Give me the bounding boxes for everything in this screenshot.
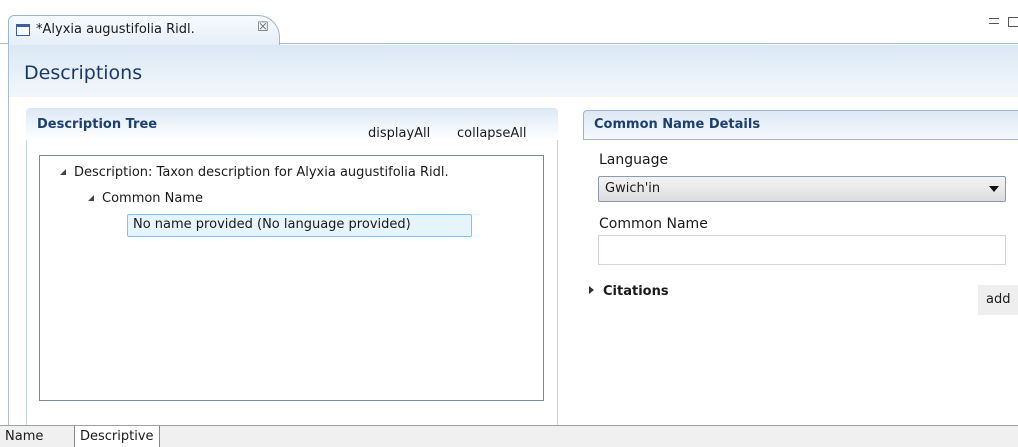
tab-descriptive[interactable]: Descriptive [74, 426, 160, 447]
document-icon [16, 24, 30, 36]
display-all-button[interactable]: displayAll [368, 126, 430, 141]
triangle-down-icon[interactable] [60, 169, 66, 175]
editor-tab-strip: *Alyxia augustifolia Ridl. ☒ [0, 0, 1018, 45]
common-name-details-title: Common Name Details [594, 117, 761, 132]
tree-node-description[interactable]: Description: Taxon description for Alyxi… [60, 165, 449, 180]
tree-node-label: Description: Taxon description for Alyxi… [74, 165, 449, 180]
add-citation-button[interactable]: add [978, 285, 1018, 315]
minimize-icon[interactable] [989, 18, 999, 24]
maximize-icon[interactable] [1008, 17, 1018, 27]
triangle-down-icon[interactable] [88, 195, 94, 201]
citations-toggle[interactable]: Citations [589, 284, 669, 299]
collapse-all-button[interactable]: collapseAll [457, 126, 526, 141]
tree-node-common-name-entry[interactable]: No name provided (No language provided) [127, 214, 472, 237]
tree-node-label: No name provided (No language provided) [133, 217, 411, 232]
tab-name[interactable]: Name [0, 426, 48, 447]
tree-node-label: Common Name [102, 191, 204, 206]
common-name-label: Common Name [599, 216, 708, 232]
close-icon[interactable]: ☒ [257, 20, 269, 35]
page-tab-strip: Name Descriptive [0, 425, 1018, 447]
language-select-value: Gwich'in [605, 181, 661, 196]
triangle-right-icon [589, 286, 594, 294]
chevron-down-icon [989, 186, 999, 192]
citations-label: Citations [603, 284, 669, 299]
common-name-field[interactable] [598, 235, 1006, 265]
language-select[interactable]: Gwich'in [598, 176, 1006, 202]
editor-tab[interactable]: *Alyxia augustifolia Ridl. ☒ [8, 15, 280, 45]
form-header: Descriptions [8, 45, 1018, 97]
editor-tab-title: *Alyxia augustifolia Ridl. [36, 22, 195, 37]
description-tree-title: Description Tree [37, 117, 158, 132]
page-title: Descriptions [24, 62, 143, 84]
language-label: Language [599, 152, 669, 168]
tree-node-common-name[interactable]: Common Name [88, 191, 203, 206]
